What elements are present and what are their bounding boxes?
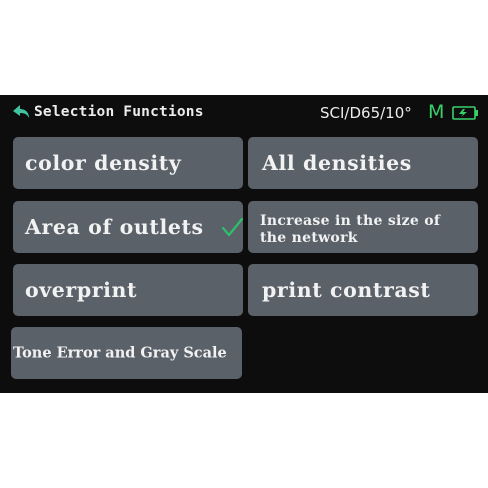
button-label: Area of outlets [25,215,204,239]
button-label: Tone Error and Gray Scale [13,344,227,362]
tone-error-gray-scale-button[interactable]: Tone Error and Gray Scale [11,327,242,379]
memory-indicator: M [428,101,445,123]
back-arrow-icon[interactable] [12,104,32,120]
network-size-increase-button[interactable]: Increase in the size of the network [248,201,478,253]
button-label: color density [25,151,182,175]
button-label: Increase in the size of the network [260,213,441,246]
measurement-mode: SCI/D65/10° [320,104,412,122]
check-icon [221,217,243,237]
print-contrast-button[interactable]: print contrast [248,264,478,316]
page-title: Selection Functions [34,104,204,120]
button-label: print contrast [262,278,431,302]
color-density-button[interactable]: color density [13,137,243,189]
battery-charging-icon [452,106,478,120]
top-bar: Selection Functions SCI/D65/10° M [0,95,488,131]
area-of-outlets-button[interactable]: Area of outlets [13,201,243,253]
button-label: overprint [25,278,138,302]
button-label: All densities [262,151,412,175]
device-screen: Selection Functions SCI/D65/10° M color … [0,95,488,393]
all-densities-button[interactable]: All densities [248,137,478,189]
overprint-button[interactable]: overprint [13,264,243,316]
